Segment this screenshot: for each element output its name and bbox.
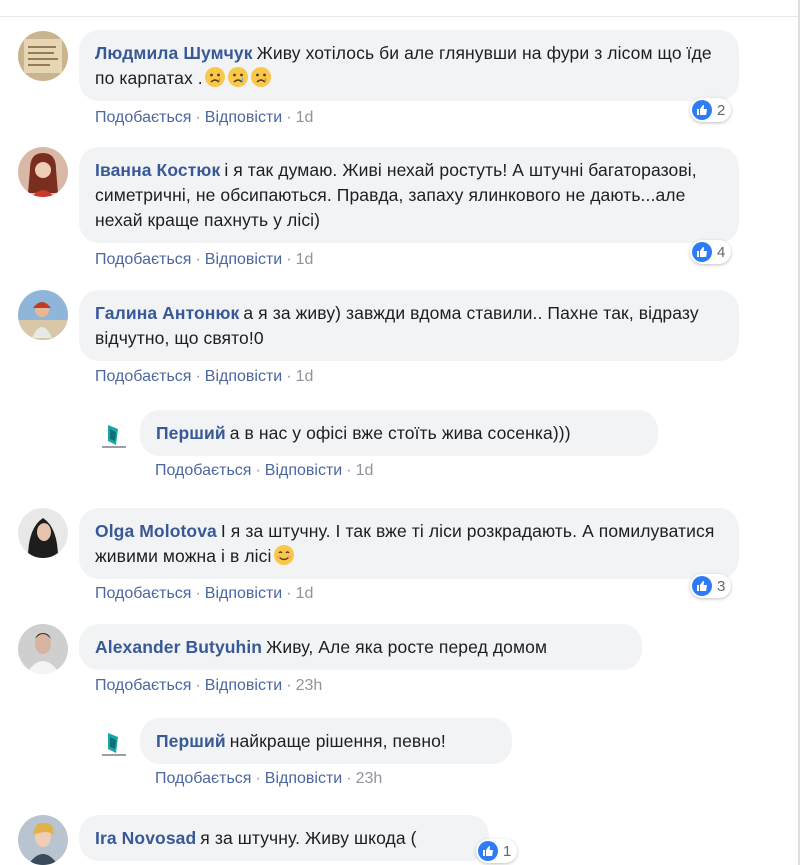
reaction-number: 4	[717, 243, 726, 261]
separator: ·	[346, 770, 352, 787]
reply-link[interactable]: Відповісти	[205, 368, 282, 385]
author-name[interactable]: Перший	[156, 423, 226, 443]
reply-link[interactable]: Відповісти	[265, 462, 342, 479]
avatar[interactable]	[18, 290, 68, 340]
reply-link[interactable]: Відповісти	[205, 585, 282, 602]
separator: ·	[346, 462, 352, 479]
thumbs-up-icon	[692, 242, 712, 262]
thumbs-up-icon	[692, 576, 712, 596]
comment-actions: Подобається · Відповісти · 1d	[95, 109, 313, 127]
reaction-count[interactable]: 3	[690, 574, 732, 598]
author-name[interactable]: Людмила Шумчук	[95, 43, 253, 63]
reaction-count[interactable]: 1	[476, 839, 518, 863]
page-avatar[interactable]	[96, 419, 132, 455]
comment-actions: Подобається · Відповісти · 1d	[95, 585, 313, 603]
timestamp[interactable]: 23h	[296, 677, 323, 694]
reaction-count[interactable]: 2	[690, 98, 732, 122]
avatar[interactable]	[18, 815, 68, 865]
reaction-count[interactable]: 4	[690, 240, 732, 264]
timestamp[interactable]: 1d	[296, 251, 314, 268]
avatar[interactable]	[18, 31, 68, 81]
top-divider	[0, 16, 800, 17]
separator: ·	[286, 585, 292, 602]
timestamp[interactable]: 1d	[296, 585, 314, 602]
reaction-number: 1	[503, 842, 512, 860]
reply-link[interactable]: Відповісти	[205, 109, 282, 126]
comment-actions: Подобається · Відповісти · 1d	[95, 368, 313, 386]
timestamp[interactable]: 1d	[356, 462, 374, 479]
reaction-number: 2	[717, 101, 726, 119]
author-name[interactable]: Olga Molotova	[95, 521, 217, 541]
comment-text: я за штучну. Живу шкода (	[200, 828, 417, 848]
comment-text: а в нас у офісі вже стоїть жива сосенка)…	[229, 423, 571, 443]
thumbs-up-icon	[478, 841, 498, 861]
like-link[interactable]: Подобається	[155, 462, 251, 479]
comment-bubble: Галина Антонюк а я за живу) завжди вдома …	[79, 290, 739, 361]
like-link[interactable]: Подобається	[95, 585, 191, 602]
reply-link[interactable]: Відповісти	[205, 251, 282, 268]
avatar[interactable]	[18, 624, 68, 674]
separator: ·	[195, 368, 201, 385]
comment-actions: Подобається · Відповісти · 23h	[95, 677, 322, 695]
comment-text: Живу, Але яка росте перед домом	[266, 637, 548, 657]
comment-actions: Подобається · Відповісти · 1d	[95, 251, 313, 269]
like-link[interactable]: Подобається	[155, 770, 251, 787]
separator: ·	[255, 462, 261, 479]
reply-link[interactable]: Відповісти	[205, 677, 282, 694]
separator: ·	[286, 109, 292, 126]
sad-face-icon	[227, 66, 249, 88]
comment-text: найкраще рішення, певно!	[229, 731, 446, 751]
sad-face-icon	[204, 66, 226, 88]
comment-bubble: Іванна Костюк і я так думаю. Живі нехай р…	[79, 147, 739, 243]
like-link[interactable]: Подобається	[95, 109, 191, 126]
comment-bubble: Alexander Butyuhin Живу, Але яка росте пе…	[79, 624, 642, 670]
separator: ·	[195, 251, 201, 268]
like-link[interactable]: Подобається	[95, 251, 191, 268]
thumbs-up-icon	[692, 100, 712, 120]
comment-bubble: Olga Molotova І я за штучну. І так вже ті…	[79, 508, 739, 579]
author-name[interactable]: Іванна Костюк	[95, 160, 220, 180]
separator: ·	[195, 585, 201, 602]
reply-link[interactable]: Відповісти	[265, 770, 342, 787]
reaction-number: 3	[717, 577, 726, 595]
separator: ·	[286, 368, 292, 385]
timestamp[interactable]: 1d	[296, 109, 314, 126]
comment-actions: Подобається · Відповісти · 23h	[155, 770, 382, 788]
separator: ·	[286, 251, 292, 268]
smile-face-icon	[273, 544, 295, 566]
like-link[interactable]: Подобається	[95, 368, 191, 385]
reply-bubble: Перший а в нас у офісі вже стоїть жива со…	[140, 410, 658, 456]
comment-actions: Подобається · Відповісти · 1d	[155, 462, 373, 480]
comment-bubble: Людмила Шумчук Живу хотілось би але гляну…	[79, 30, 739, 101]
author-name[interactable]: Перший	[156, 731, 226, 751]
author-name[interactable]: Alexander Butyuhin	[95, 637, 262, 657]
separator: ·	[255, 770, 261, 787]
sad-face-icon	[250, 66, 272, 88]
timestamp[interactable]: 1d	[296, 368, 314, 385]
avatar[interactable]	[18, 508, 68, 558]
page-avatar[interactable]	[96, 727, 132, 763]
reply-bubble: Перший найкраще рішення, певно!	[140, 718, 512, 764]
author-name[interactable]: Ira Novosad	[95, 828, 196, 848]
author-name[interactable]: Галина Антонюк	[95, 303, 239, 323]
separator: ·	[195, 109, 201, 126]
timestamp[interactable]: 23h	[356, 770, 383, 787]
like-link[interactable]: Подобається	[95, 677, 191, 694]
separator: ·	[286, 677, 292, 694]
avatar[interactable]	[18, 147, 68, 197]
separator: ·	[195, 677, 201, 694]
comment-bubble: Ira Novosad я за штучну. Живу шкода (	[79, 815, 489, 861]
